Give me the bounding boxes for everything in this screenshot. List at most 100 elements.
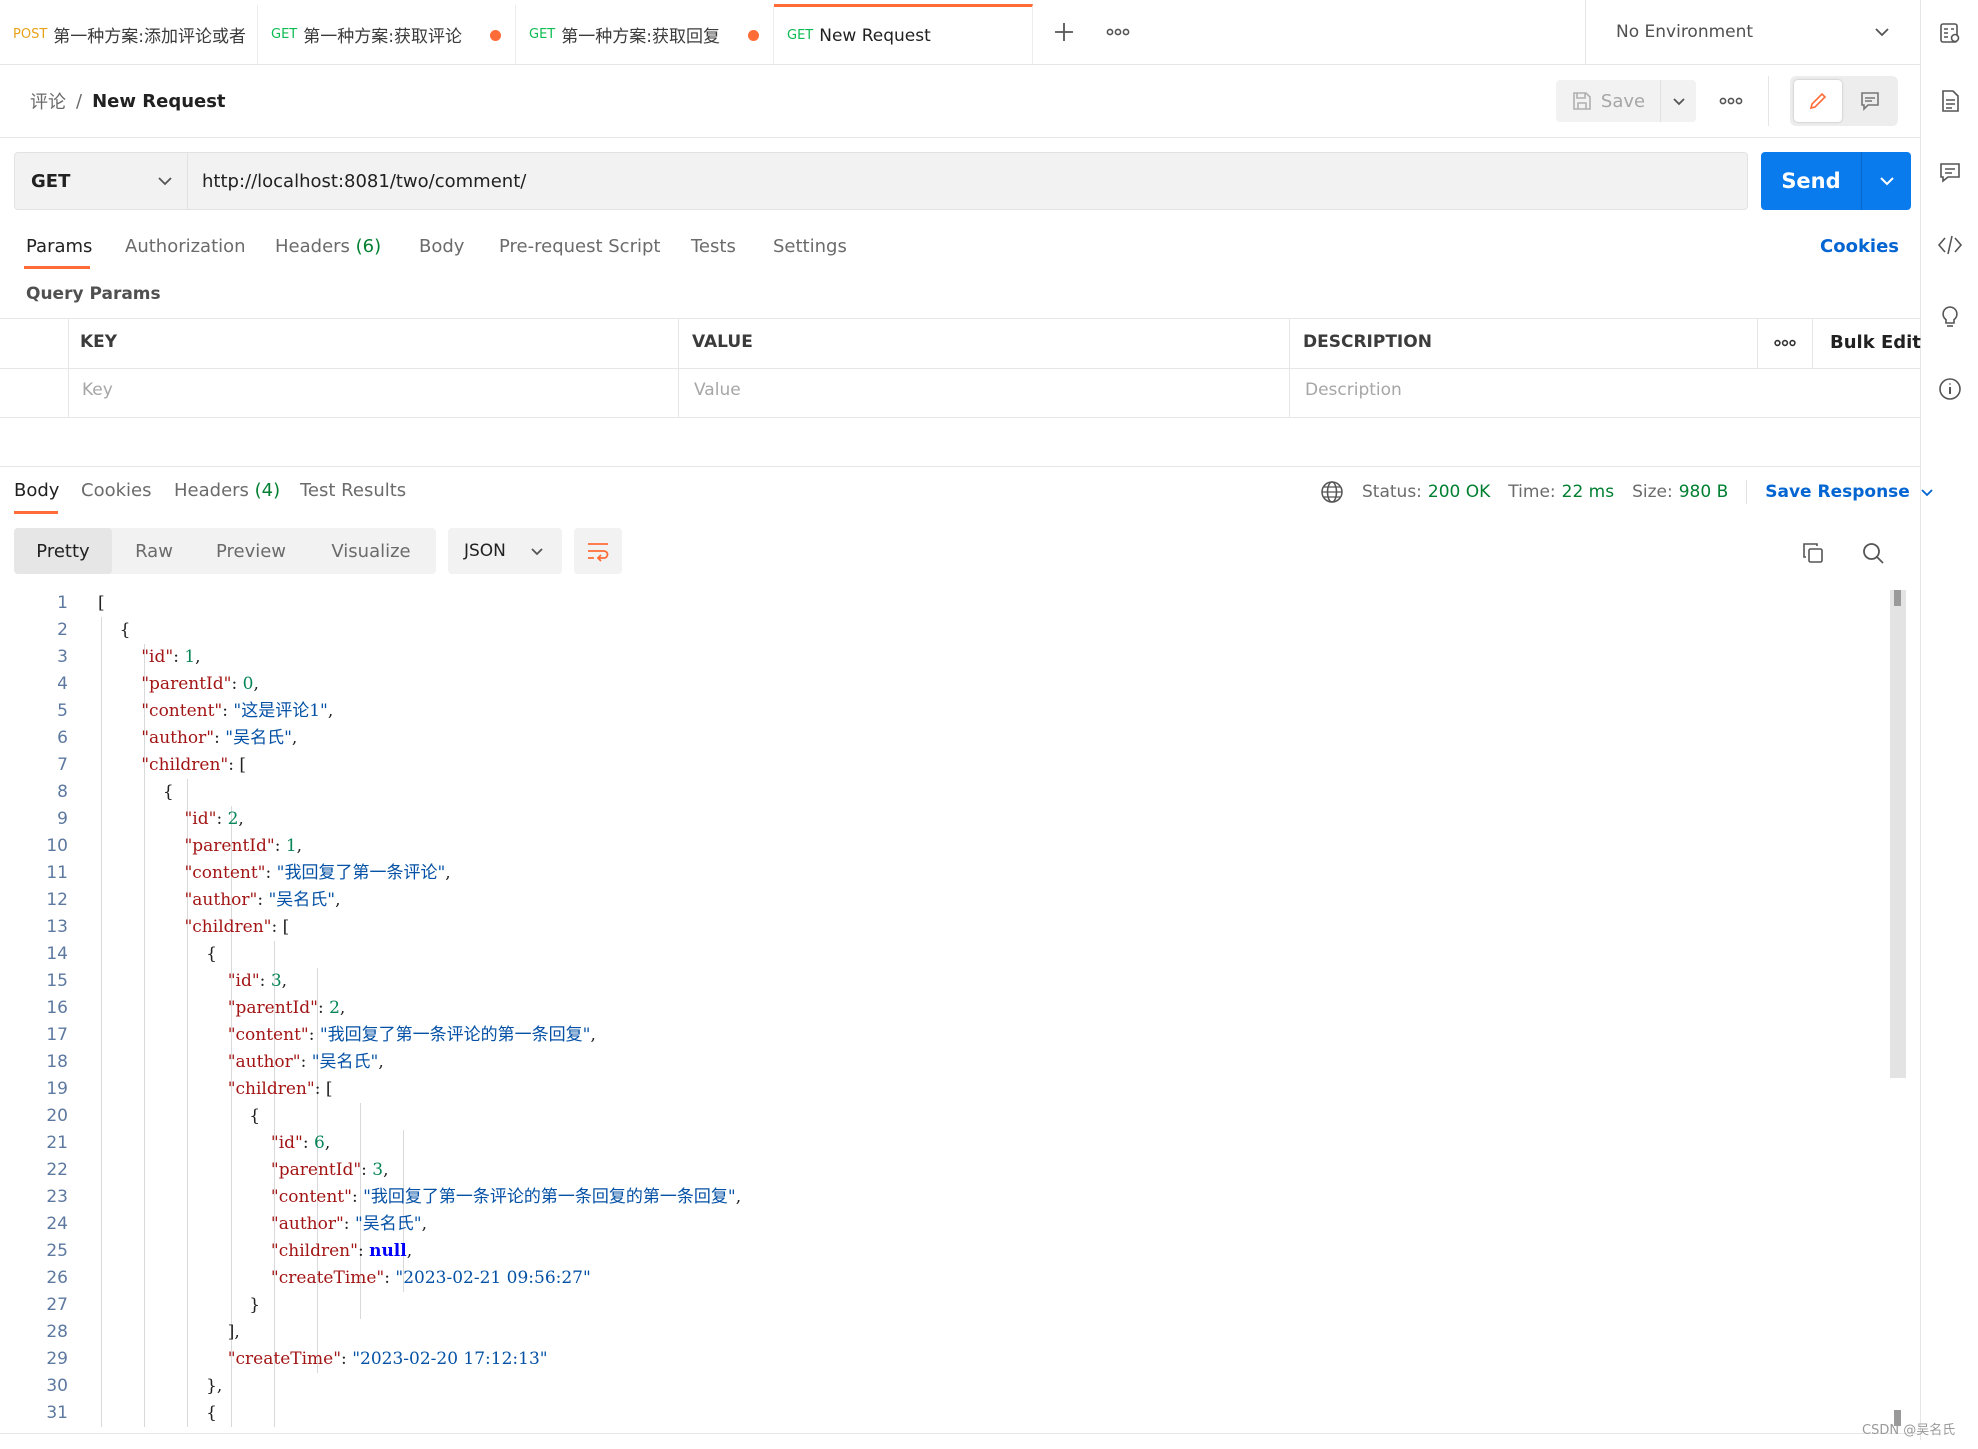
send-button[interactable]: Send <box>1761 152 1861 210</box>
documentation-button[interactable] <box>1933 84 1967 118</box>
request-options-button[interactable] <box>1714 86 1748 116</box>
request-tab-get-comments[interactable]: GET 第一种方案:获取评论 <box>258 5 516 64</box>
code-token: { <box>98 944 217 964</box>
tab-params[interactable]: Params <box>26 236 92 257</box>
request-tab-new-request[interactable]: GET New Request <box>774 4 1033 64</box>
response-tab-headers[interactable]: Headers (4) <box>174 480 280 501</box>
code-token: [ <box>98 593 105 613</box>
comments-button[interactable] <box>1933 155 1967 189</box>
line-number: 2 <box>57 620 68 640</box>
line-number: 13 <box>46 917 68 937</box>
edit-mode-button[interactable] <box>1794 80 1842 122</box>
related-collections-button[interactable] <box>1933 300 1967 334</box>
unsaved-dot-icon <box>490 30 501 41</box>
chevron-down-icon <box>531 547 543 555</box>
send-options-button[interactable] <box>1862 152 1911 210</box>
line-number: 16 <box>46 998 68 1018</box>
chevron-down-icon <box>1875 28 1889 37</box>
code-token: , <box>327 701 334 721</box>
breadcrumb-request-name[interactable]: New Request <box>92 91 225 112</box>
param-value-input[interactable]: Value <box>694 380 741 400</box>
size-value[interactable]: 980 B <box>1679 482 1729 502</box>
save-disk-icon <box>1573 92 1591 110</box>
code-token: : <box>357 1241 370 1261</box>
code-line: { <box>98 1400 741 1427</box>
format-select[interactable]: JSON <box>448 528 562 574</box>
save-button[interactable]: Save <box>1556 80 1660 122</box>
tab-label: Test Results <box>300 480 407 501</box>
code-token: , <box>590 1025 596 1045</box>
code-line: "children": null, <box>98 1238 741 1265</box>
response-tab-test-results[interactable]: Test Results <box>300 480 406 501</box>
tab-options-button[interactable] <box>1100 16 1136 48</box>
save-response-button[interactable]: Save Response <box>1765 482 1934 502</box>
column-header-key: KEY <box>80 332 118 352</box>
environment-quick-look-button[interactable] <box>1933 16 1967 50</box>
code-line: "content": "我回复了第一条评论的第一条回复的第一条回复", <box>98 1184 741 1211</box>
request-tab-get-replies[interactable]: GET 第一种方案:获取回复 <box>516 5 774 64</box>
code-token: , <box>195 647 201 667</box>
environment-selector[interactable]: No Environment <box>1596 12 1902 52</box>
wrap-lines-button[interactable] <box>574 528 622 574</box>
cookies-link[interactable]: Cookies <box>1820 236 1899 257</box>
code-token: , <box>253 674 259 694</box>
response-tab-cookies[interactable]: Cookies <box>81 480 151 501</box>
code-token: }, <box>98 1376 223 1396</box>
param-key-input[interactable]: Key <box>82 380 113 400</box>
chevron-down-icon <box>1879 177 1894 186</box>
tab-body[interactable]: Body <box>419 236 464 257</box>
globe-icon[interactable] <box>1320 480 1344 504</box>
time-value[interactable]: 22 ms <box>1562 482 1614 502</box>
new-tab-button[interactable] <box>1048 16 1080 48</box>
search-response-button[interactable] <box>1856 536 1890 570</box>
response-body-editor[interactable]: 1 2 3 4 5 6 7 8 9 10 11 12 13 14 15 16 17 18 19 20 21 22 23 24 2… <box>0 590 1910 1430</box>
line-number: 5 <box>57 701 68 721</box>
status-value[interactable]: 200 OK <box>1428 482 1490 502</box>
code-snippet-button[interactable] <box>1933 228 1967 262</box>
divider <box>1768 76 1769 126</box>
save-options-button[interactable] <box>1661 80 1696 122</box>
tab-authorization[interactable]: Authorization <box>125 236 246 257</box>
tab-tests[interactable]: Tests <box>691 236 736 257</box>
tab-settings[interactable]: Settings <box>773 236 847 257</box>
breadcrumb-collection[interactable]: 评论 <box>30 88 66 114</box>
params-options-button[interactable] <box>1768 328 1802 358</box>
view-mode-raw[interactable]: Raw <box>112 528 196 574</box>
tab-headers[interactable]: Headers (6) <box>275 236 381 257</box>
code-line: "children": [ <box>98 1076 741 1103</box>
view-mode-visualize[interactable]: Visualize <box>306 528 436 574</box>
code-token: ], <box>98 1322 240 1342</box>
editor-scrollbar[interactable] <box>1890 590 1906 1430</box>
code-token: 3 <box>270 971 282 991</box>
view-mode-pretty[interactable]: Pretty <box>14 528 112 574</box>
code-token: { <box>98 620 131 640</box>
line-number: 29 <box>46 1349 68 1369</box>
param-description-input[interactable]: Description <box>1305 380 1402 400</box>
line-number: 7 <box>57 755 68 775</box>
method-select[interactable]: GET <box>15 153 187 209</box>
wrap-lines-icon <box>588 543 609 562</box>
tab-title: 第一种方案:添加评论或者 <box>53 27 246 47</box>
bulk-edit-button[interactable]: Bulk Edit <box>1830 332 1921 353</box>
tab-pre-request-script[interactable]: Pre-request Script <box>499 236 660 257</box>
code-token: { <box>98 782 174 802</box>
tab-label: Headers <box>275 236 350 257</box>
line-number: 22 <box>46 1160 68 1180</box>
request-info-button[interactable] <box>1933 372 1967 406</box>
code-token: , <box>281 971 288 991</box>
line-numbers: 1 2 3 4 5 6 7 8 9 10 11 12 13 14 15 16 17 18 19 20 21 22 23 24 2… <box>0 590 68 1427</box>
code-token: "author" <box>141 728 215 748</box>
response-tab-body[interactable]: Body <box>14 480 59 501</box>
request-tab-post-add-comment[interactable]: POST 第一种方案:添加评论或者 <box>0 5 258 64</box>
view-mode-preview[interactable]: Preview <box>196 528 306 574</box>
code-token: "我回复了第一条评论" <box>276 863 446 883</box>
comment-mode-button[interactable] <box>1846 80 1894 122</box>
code-token: : <box>222 701 234 721</box>
code-line: "parentId": 3, <box>98 1157 741 1184</box>
url-input[interactable]: http://localhost:8081/two/comment/ <box>188 153 1746 209</box>
divider <box>0 318 1920 319</box>
copy-response-button[interactable] <box>1796 536 1830 570</box>
scrollbar-thumb[interactable] <box>1890 590 1906 1078</box>
response-view-modes: Pretty Raw Preview Visualize <box>14 528 436 574</box>
